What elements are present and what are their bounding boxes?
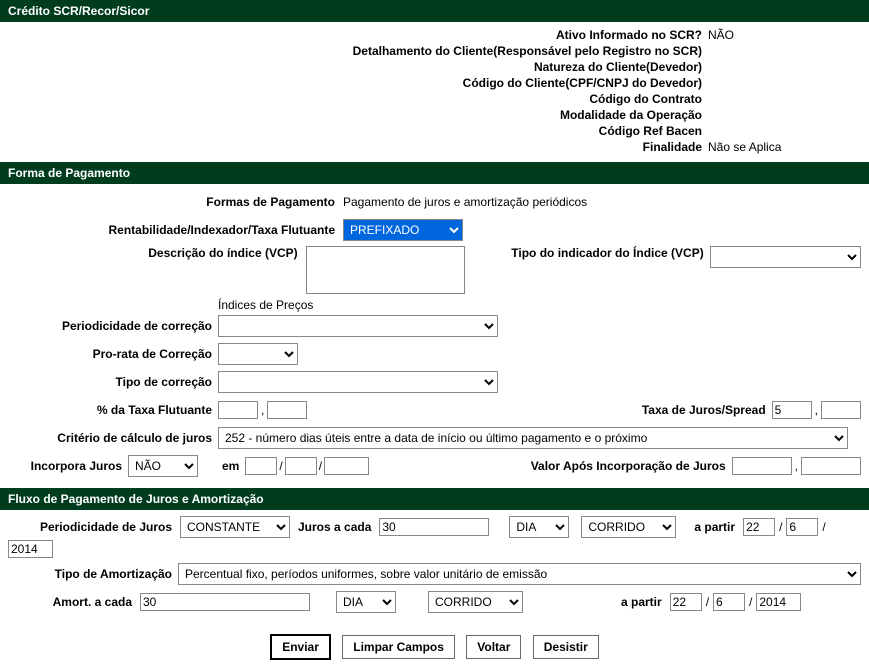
juros-cada-label: Juros a cada	[292, 520, 377, 534]
scr-section-header: Crédito SCR/Recor/Sicor	[0, 0, 869, 22]
valor-apos-int-input[interactable]	[732, 457, 792, 475]
apartir-year-input[interactable]	[8, 540, 53, 558]
pct-taxa-dec-input[interactable]	[267, 401, 307, 419]
slash-separator: /	[777, 520, 784, 534]
fluxo-content: Periodicidade de Juros CONSTANTE Juros a…	[0, 510, 869, 624]
scr-label: Ativo Informado no SCR?	[8, 28, 708, 42]
scr-label: Finalidade	[8, 140, 708, 154]
formas-pagamento-label: Formas de Pagamento	[8, 195, 343, 209]
slash-separator: /	[277, 459, 284, 473]
slash-separator: /	[747, 595, 754, 609]
pct-taxa-label: % da Taxa Flutuante	[8, 403, 218, 417]
tipo-correcao-label: Tipo de correção	[8, 375, 218, 389]
desistir-button[interactable]: Desistir	[533, 635, 599, 659]
apartir2-day-input[interactable]	[670, 593, 702, 611]
scr-label: Código Ref Bacen	[8, 124, 708, 138]
periodicidade-juros-label: Periodicidade de Juros	[8, 520, 178, 534]
juros-cada-input[interactable]	[379, 518, 489, 536]
comma-separator: ,	[792, 459, 801, 473]
tipo-correcao-select[interactable]	[218, 371, 498, 393]
scr-content: Ativo Informado no SCR?NÃO Detalhamento …	[0, 22, 869, 162]
apartir2-label: a partir	[615, 595, 668, 609]
tipo-indicador-select[interactable]	[710, 246, 861, 268]
slash-separator: /	[704, 595, 711, 609]
descricao-indice-label: Descrição do índice (VCP)	[8, 246, 306, 260]
comma-separator: ,	[258, 403, 267, 417]
apartir2-year-input[interactable]	[756, 593, 801, 611]
periodicidade-correcao-label: Periodicidade de correção	[8, 319, 218, 333]
em-label: em	[216, 459, 245, 473]
slash-separator: /	[820, 520, 827, 534]
apartir-day-input[interactable]	[743, 518, 775, 536]
prorata-select[interactable]	[218, 343, 298, 365]
valor-apos-label: Valor Após Incorporação de Juros	[525, 459, 732, 473]
criterio-label: Critério de cálculo de juros	[8, 431, 218, 445]
juros-tipo-select[interactable]: CORRIDO	[581, 516, 676, 538]
fluxo-section-header: Fluxo de Pagamento de Juros e Amortizaçã…	[0, 488, 869, 510]
scr-label: Natureza do Cliente(Devedor)	[8, 60, 708, 74]
tipo-indicador-label: Tipo do indicador do Índice (VCP)	[505, 246, 709, 260]
amort-cada-input[interactable]	[140, 593, 310, 611]
taxa-juros-dec-input[interactable]	[821, 401, 861, 419]
scr-label: Código do Cliente(CPF/CNPJ do Devedor)	[8, 76, 708, 90]
limpar-button[interactable]: Limpar Campos	[342, 635, 455, 659]
em-year-input[interactable]	[324, 457, 369, 475]
formas-pagamento-value: Pagamento de juros e amortização periódi…	[343, 195, 861, 209]
incorpora-select[interactable]: NÃO	[128, 455, 198, 477]
scr-label: Detalhamento do Cliente(Responsável pelo…	[8, 44, 708, 58]
apartir-month-input[interactable]	[786, 518, 818, 536]
pagamento-content: Formas de Pagamento Pagamento de juros e…	[0, 184, 869, 488]
enviar-button[interactable]: Enviar	[270, 634, 331, 660]
criterio-select[interactable]: 252 - número dias úteis entre a data de …	[218, 427, 848, 449]
scr-value: NÃO	[708, 28, 734, 42]
taxa-juros-int-input[interactable]	[772, 401, 812, 419]
periodicidade-correcao-select[interactable]	[218, 315, 498, 337]
tipo-amort-label: Tipo de Amortização	[8, 567, 178, 581]
button-bar: Enviar Limpar Campos Voltar Desistir	[0, 624, 869, 670]
rentabilidade-label: Rentabilidade/Indexador/Taxa Flutuante	[8, 223, 343, 237]
rentabilidade-select[interactable]: PREFIXADO	[343, 219, 463, 241]
em-day-input[interactable]	[245, 457, 277, 475]
pct-taxa-int-input[interactable]	[218, 401, 258, 419]
periodicidade-juros-select[interactable]: CONSTANTE	[180, 516, 290, 538]
scr-label: Modalidade da Operação	[8, 108, 708, 122]
voltar-button[interactable]: Voltar	[466, 635, 521, 659]
incorpora-label: Incorpora Juros	[8, 459, 128, 473]
slash-separator: /	[317, 459, 324, 473]
amort-unidade-select[interactable]: DIA	[336, 591, 396, 613]
comma-separator: ,	[812, 403, 821, 417]
descricao-indice-textarea[interactable]	[306, 246, 466, 294]
scr-label: Código do Contrato	[8, 92, 708, 106]
valor-apos-dec-input[interactable]	[801, 457, 861, 475]
tipo-amort-select[interactable]: Percentual fixo, períodos uniformes, sob…	[178, 563, 861, 585]
apartir2-month-input[interactable]	[713, 593, 745, 611]
amort-tipo-select[interactable]: CORRIDO	[428, 591, 523, 613]
em-month-input[interactable]	[285, 457, 317, 475]
juros-unidade-select[interactable]: DIA	[509, 516, 569, 538]
scr-value: Não se Aplica	[708, 140, 781, 154]
pagamento-section-header: Forma de Pagamento	[0, 162, 869, 184]
prorata-label: Pro-rata de Correção	[8, 347, 218, 361]
amort-cada-label: Amort. a cada	[8, 595, 138, 609]
taxa-juros-label: Taxa de Juros/Spread	[636, 403, 772, 417]
indices-precos-label: Índices de Preços	[218, 298, 861, 312]
apartir-label: a partir	[688, 520, 741, 534]
